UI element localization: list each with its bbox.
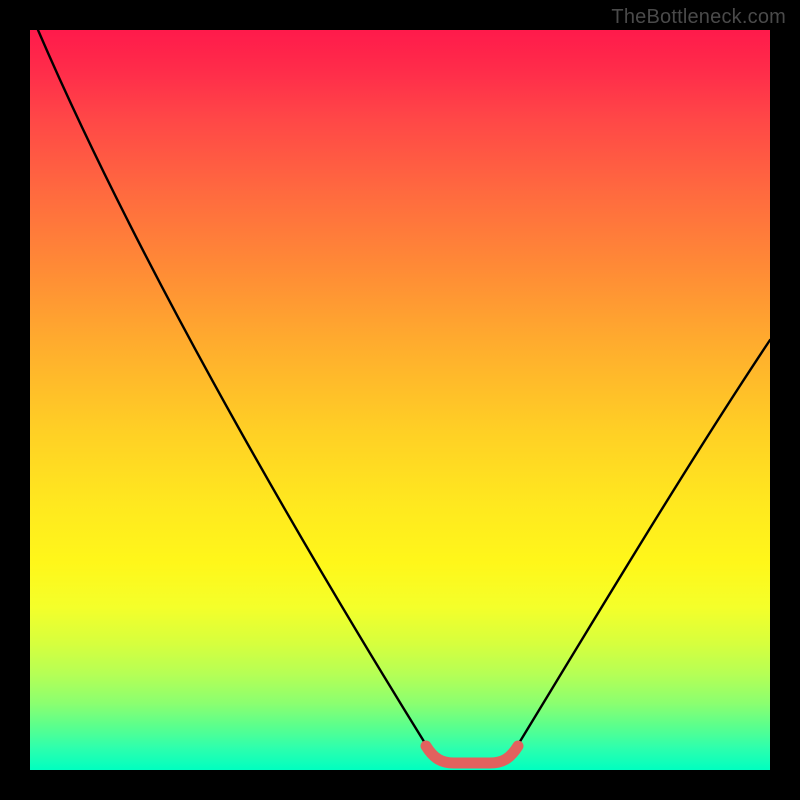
- watermark-text: TheBottleneck.com: [611, 6, 786, 29]
- chart-frame: TheBottleneck.com: [0, 0, 800, 800]
- curve-layer: [30, 30, 770, 770]
- plot-area: [30, 30, 770, 770]
- valley-highlight: [426, 746, 518, 763]
- bottleneck-curve: [38, 30, 770, 763]
